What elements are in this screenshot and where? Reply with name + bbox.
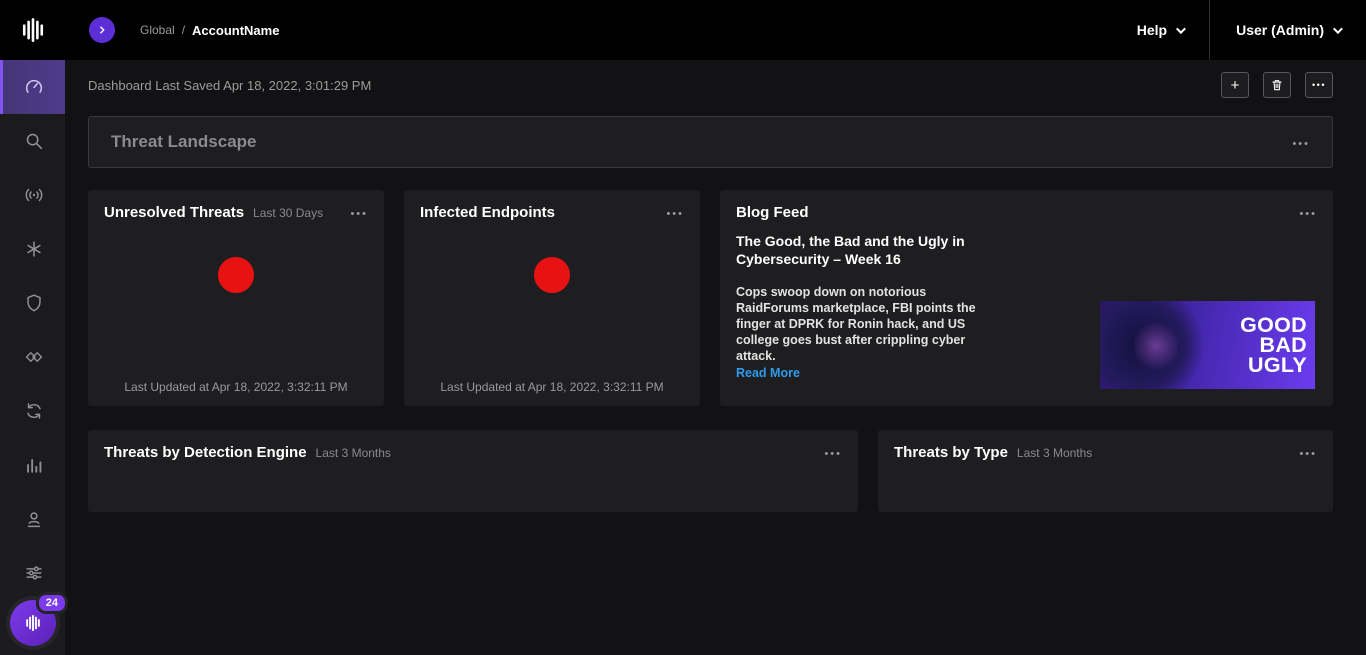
threats-by-type-card: Threats by Type Last 3 Months •••: [878, 430, 1333, 512]
sidebar-item-sentinels[interactable]: [0, 168, 65, 222]
bar-chart-icon: [23, 454, 45, 476]
card-header: Blog Feed •••: [720, 190, 1333, 229]
notifications-widget[interactable]: 24: [10, 600, 56, 646]
image-word: UGLY: [1240, 355, 1307, 375]
user-menu[interactable]: User (Admin): [1210, 0, 1366, 60]
widgets-row-1: Unresolved Threats Last 30 Days ••• Last…: [88, 190, 1333, 406]
header-right: Help User (Admin): [1111, 0, 1366, 60]
card-more-button[interactable]: •••: [824, 445, 842, 460]
infected-endpoints-donut-chart[interactable]: [534, 257, 570, 293]
image-word: GOOD: [1240, 315, 1307, 335]
top-header: Global / AccountName Help User (Admin): [0, 0, 1366, 60]
image-headline-text: GOOD BAD UGLY: [1240, 315, 1307, 376]
sync-arrows-icon: [23, 400, 45, 422]
asterisk-icon: [23, 238, 45, 260]
card-more-button[interactable]: •••: [666, 205, 684, 220]
last-updated-text: Last Updated at Apr 18, 2022, 3:32:11 PM: [404, 380, 700, 394]
threats-by-detection-engine-card: Threats by Detection Engine Last 3 Month…: [88, 430, 858, 512]
sidebar-item-dashboard[interactable]: [0, 60, 65, 114]
unresolved-threats-card: Unresolved Threats Last 30 Days ••• Last…: [88, 190, 384, 406]
diamonds-icon: [23, 346, 45, 368]
breadcrumb: Global / AccountName: [140, 23, 279, 38]
broadcast-icon: [23, 184, 45, 206]
section-title: Threat Landscape: [111, 132, 257, 152]
last-saved-text: Dashboard Last Saved Apr 18, 2022, 3:01:…: [88, 78, 371, 93]
infected-endpoints-card: Infected Endpoints ••• Last Updated at A…: [404, 190, 700, 406]
card-more-button[interactable]: •••: [350, 205, 368, 220]
dashboard-gauge-icon: [23, 76, 45, 98]
sidebar-item-incidents[interactable]: [0, 222, 65, 276]
donut-chart-wrap: [404, 257, 700, 293]
unresolved-threats-donut-chart[interactable]: [218, 257, 254, 293]
dashboard-toolbar: Dashboard Last Saved Apr 18, 2022, 3:01:…: [88, 70, 1333, 100]
notification-badge: 24: [36, 592, 68, 614]
sidebar-item-search[interactable]: [0, 114, 65, 168]
last-updated-text: Last Updated at Apr 18, 2022, 3:32:11 PM: [88, 380, 384, 394]
card-more-button[interactable]: •••: [1299, 445, 1317, 460]
card-header: Unresolved Threats Last 30 Days •••: [88, 190, 384, 229]
card-title: Threats by Type: [894, 444, 1008, 461]
blog-post: The Good, the Bad and the Ugly in Cybers…: [720, 229, 1333, 389]
breadcrumb-scope[interactable]: Global: [140, 23, 175, 37]
user-menu-label: User (Admin): [1236, 22, 1324, 38]
section-more-button[interactable]: •••: [1292, 135, 1310, 150]
card-range-label: Last 3 Months: [316, 446, 391, 460]
toolbar-actions: + •••: [1221, 72, 1333, 98]
more-dots-icon: •••: [1299, 448, 1317, 460]
card-header: Threats by Type Last 3 Months •••: [878, 430, 1333, 469]
threat-landscape-panel: Threat Landscape •••: [88, 116, 1333, 168]
sidebar-expand-button[interactable]: [89, 17, 115, 43]
image-highlight-shape: [1134, 319, 1178, 373]
card-range-label: Last 30 Days: [253, 206, 323, 220]
card-header: Infected Endpoints •••: [404, 190, 700, 229]
card-title: Infected Endpoints: [420, 204, 555, 221]
breadcrumb-account[interactable]: AccountName: [192, 23, 279, 38]
blog-feed-card: Blog Feed ••• The Good, the Bad and the …: [720, 190, 1333, 406]
more-dots-icon: •••: [1292, 138, 1310, 150]
chevron-down-icon: [1176, 24, 1186, 34]
sidebar: [0, 60, 65, 655]
donut-chart-wrap: [88, 257, 384, 293]
card-more-button[interactable]: •••: [1299, 205, 1317, 220]
help-menu[interactable]: Help: [1111, 0, 1209, 60]
plus-icon: +: [1231, 78, 1240, 93]
dashboard-more-button[interactable]: •••: [1305, 72, 1333, 98]
sentinelone-logo[interactable]: [0, 15, 65, 45]
more-dots-icon: •••: [1299, 208, 1317, 220]
card-range-label: Last 3 Months: [1017, 446, 1092, 460]
sidebar-item-policy[interactable]: [0, 276, 65, 330]
card-header: Threats by Detection Engine Last 3 Month…: [88, 430, 858, 469]
more-dots-icon: •••: [824, 448, 842, 460]
sentinelone-icon: [23, 613, 43, 633]
read-more-link[interactable]: Read More: [736, 366, 800, 380]
delete-dashboard-button[interactable]: [1263, 72, 1291, 98]
dashboard-content: Dashboard Last Saved Apr 18, 2022, 3:01:…: [65, 60, 1366, 655]
blog-post-title: The Good, the Bad and the Ugly in Cybers…: [736, 233, 986, 268]
sentinelone-logo-icon: [18, 15, 48, 45]
help-menu-label: Help: [1137, 22, 1167, 38]
search-icon: [23, 130, 45, 152]
sidebar-item-reports[interactable]: [0, 438, 65, 492]
more-dots-icon: •••: [666, 208, 684, 220]
breadcrumb-separator: /: [182, 23, 185, 37]
widgets-row-2: Threats by Detection Engine Last 3 Month…: [88, 430, 1333, 512]
chevron-down-icon: [1333, 24, 1343, 34]
user-icon: [23, 508, 45, 530]
card-title: Threats by Detection Engine: [104, 444, 307, 461]
add-widget-button[interactable]: +: [1221, 72, 1249, 98]
more-dots-icon: •••: [350, 208, 368, 220]
sidebar-item-account[interactable]: [0, 492, 65, 546]
sidebar-item-activity[interactable]: [0, 384, 65, 438]
blog-post-image[interactable]: GOOD BAD UGLY: [1100, 301, 1315, 389]
sidebar-item-applications[interactable]: [0, 330, 65, 384]
sliders-icon: [23, 562, 45, 584]
blog-post-excerpt: Cops swoop down on notorious RaidForums …: [736, 284, 982, 364]
trash-icon: [1270, 78, 1284, 92]
card-title: Blog Feed: [736, 204, 809, 221]
chevron-right-icon: [95, 23, 109, 37]
more-dots-icon: •••: [1312, 81, 1326, 90]
shield-icon: [23, 292, 45, 314]
image-word: BAD: [1240, 335, 1307, 355]
card-title: Unresolved Threats: [104, 204, 244, 221]
